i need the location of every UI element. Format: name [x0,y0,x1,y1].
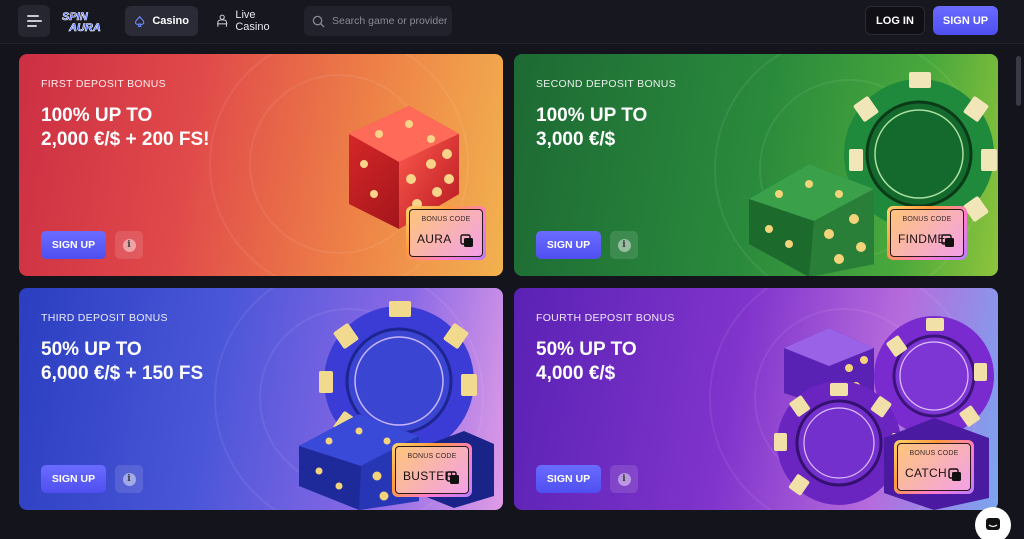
bonus-title: 100% UP TO 2,000 €/$ + 200 FS! [41,104,301,152]
bonus-title: 50% UP TO 6,000 €/$ + 150 FS [41,338,301,386]
info-button[interactable]: i [610,231,638,259]
hamburger-icon-line [27,20,42,22]
info-icon: i [122,238,136,252]
bonus-label: THIRD DEPOSIT BONUS [41,312,168,324]
bonus-code-inner: BONUS CODE FINDME [890,209,964,257]
bonus-code-inner: BONUS CODE BUSTER [395,446,469,494]
bonus-card-first-deposit: FIRST DEPOSIT BONUS 100% UP TO 2,000 €/$… [19,54,503,276]
bonus-label: FIRST DEPOSIT BONUS [41,78,166,90]
bonus-title-line1: 50% UP TO [536,339,637,360]
search-input[interactable] [332,15,447,27]
bonus-code-box[interactable]: BONUS CODE BUSTER [392,443,472,497]
signup-button[interactable]: SIGN UP [536,231,601,259]
top-header: SPIN AURA Casino Live Casino LOG IN SIGN… [0,0,1024,44]
login-button[interactable]: LOG IN [865,6,925,35]
support-chat-button[interactable] [975,507,1011,539]
bonus-title-line1: 100% UP TO [41,105,153,126]
chat-icon [986,518,1000,530]
bonus-card-fourth-deposit: FOURTH DEPOSIT BONUS 50% UP TO 4,000 €/$… [514,288,998,510]
search-icon [312,15,325,28]
bonus-code-box[interactable]: BONUS CODE AURA [406,206,486,260]
svg-text:AURA: AURA [68,22,101,33]
bonus-code-inner: BONUS CODE AURA [409,209,483,257]
hamburger-icon [27,15,39,17]
page-scrollbar[interactable] [1016,56,1021,106]
bonus-code-label: BONUS CODE [902,216,952,223]
bonus-card-third-deposit: THIRD DEPOSIT BONUS 50% UP TO 6,000 €/$ … [19,288,503,510]
bonus-code-label: BONUS CODE [407,453,457,460]
bonus-code-label: BONUS CODE [909,450,959,457]
tab-casino-label: Casino [152,15,189,27]
bonus-code-label: BONUS CODE [421,216,471,223]
copy-icon[interactable] [941,234,955,248]
info-button[interactable]: i [115,231,143,259]
dealer-icon [216,14,228,27]
tab-live-casino[interactable]: Live Casino [207,6,299,36]
copy-icon[interactable] [446,471,460,485]
bonus-title-line2: 2,000 €/$ + 200 FS! [41,129,210,150]
menu-button[interactable] [18,5,50,37]
bonus-card-second-deposit: SECOND DEPOSIT BONUS 100% UP TO 3,000 €/… [514,54,998,276]
bonus-label: FOURTH DEPOSIT BONUS [536,312,675,324]
bonus-code-box[interactable]: BONUS CODE CATCH [894,440,974,494]
info-button[interactable]: i [610,465,638,493]
bonus-code-box[interactable]: BONUS CODE FINDME [887,206,967,260]
info-icon: i [617,238,631,252]
bonus-title-line2: 4,000 €/$ [536,363,616,384]
info-icon: i [617,472,631,486]
info-button[interactable]: i [115,465,143,493]
spin-aura-logo[interactable]: SPIN AURA [60,9,110,33]
copy-icon[interactable] [948,468,962,482]
info-icon: i [122,472,136,486]
bonus-title: 50% UP TO 4,000 €/$ [536,338,796,386]
bonus-code-value: CATCH [905,466,947,480]
bonus-code-inner: BONUS CODE CATCH [897,443,971,491]
signup-button[interactable]: SIGN UP [41,231,106,259]
bonus-label: SECOND DEPOSIT BONUS [536,78,676,90]
copy-icon[interactable] [460,234,474,248]
bonus-code-value: AURA [417,232,452,246]
tab-casino[interactable]: Casino [125,6,198,36]
hamburger-icon-line [27,25,37,27]
tab-live-casino-label: Live Casino [235,9,270,33]
bonus-code-value: FINDME [898,232,946,246]
signup-button[interactable]: SIGN UP [41,465,106,493]
signup-button[interactable]: SIGN UP [536,465,601,493]
bonus-title-line2: 6,000 €/$ + 150 FS [41,363,204,384]
bonus-title-line1: 50% UP TO [41,339,142,360]
header-signup-button[interactable]: SIGN UP [933,6,998,35]
spade-icon [134,15,145,27]
search-bar[interactable] [304,6,452,36]
